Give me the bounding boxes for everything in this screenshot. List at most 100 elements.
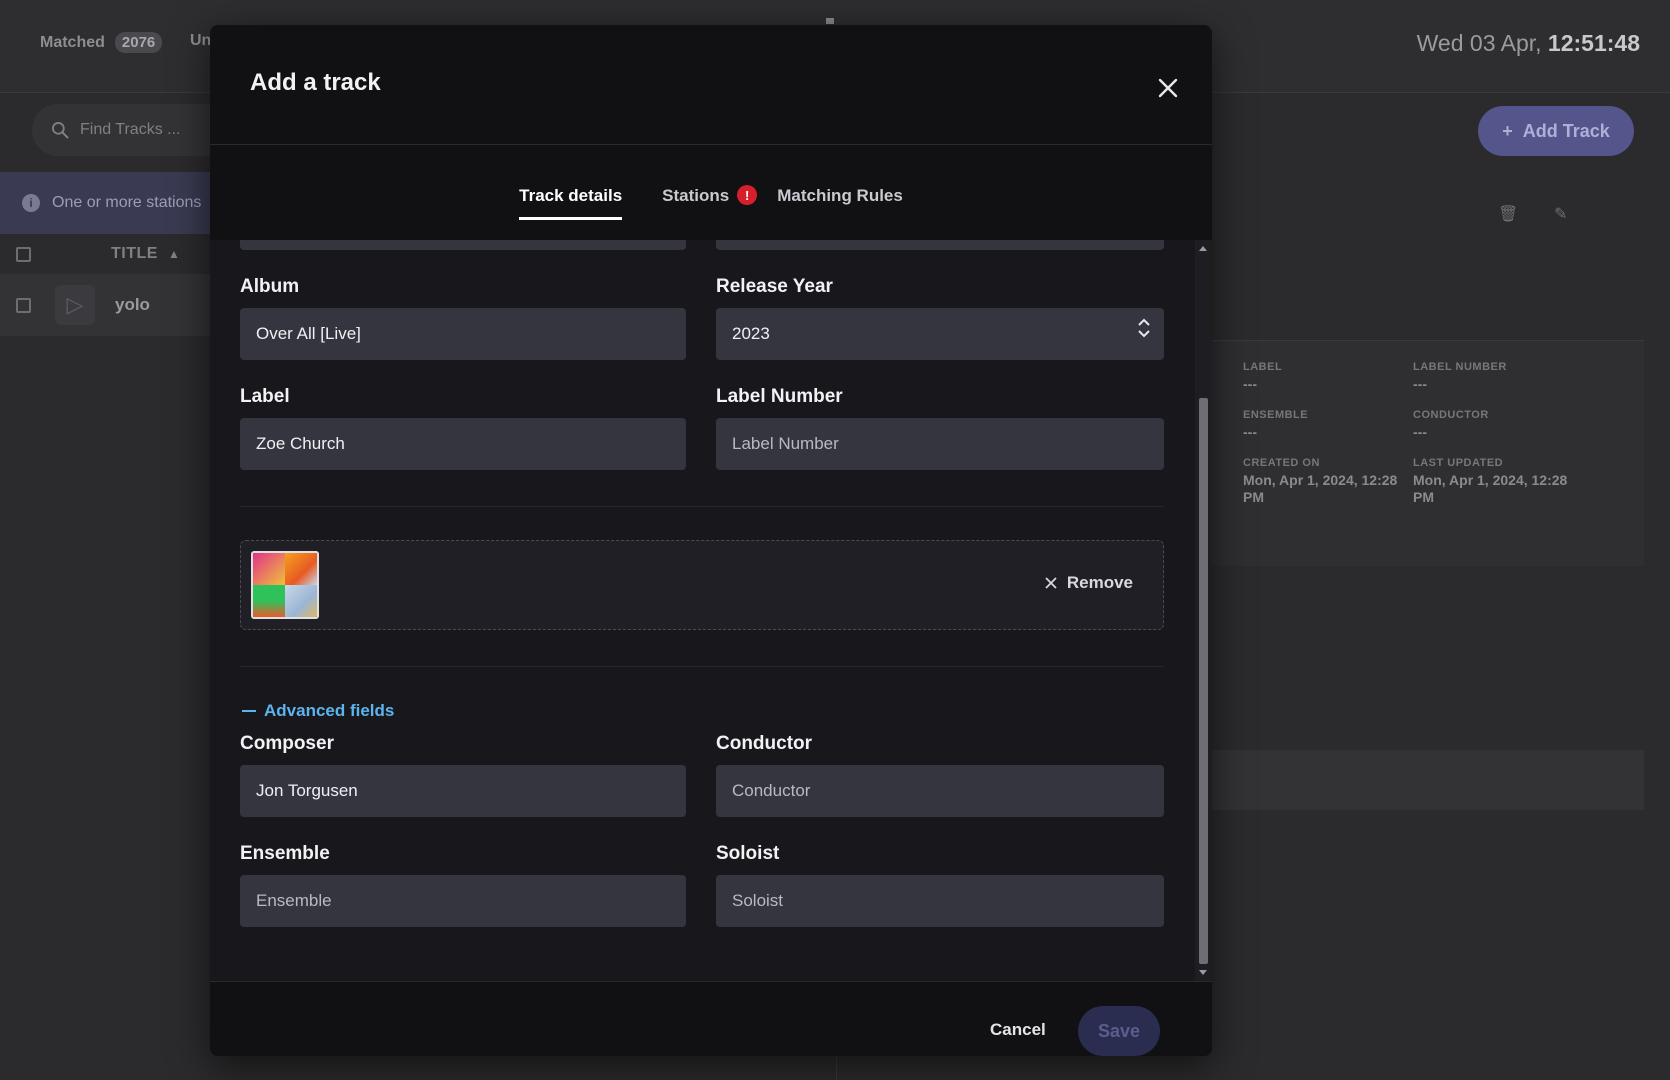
delete-icon[interactable]: 🗑 — [1498, 204, 1518, 224]
conductor-input[interactable]: Conductor — [716, 765, 1164, 817]
release-year-value: 2023 — [732, 324, 770, 343]
soloist-placeholder: Soloist — [732, 891, 784, 910]
tab-stations[interactable]: Stations ! — [662, 185, 758, 222]
sort-asc-icon[interactable]: ▲ — [168, 247, 180, 261]
artwork-tile — [285, 585, 317, 617]
label-number-input[interactable]: Label Number — [716, 418, 1164, 470]
detail-ensemble-value: --- — [1243, 424, 1257, 440]
search-icon — [52, 122, 69, 139]
detail-updated-value: Mon, Apr 1, 2024, 12:28 PM — [1413, 472, 1568, 505]
conductor-placeholder: Conductor — [732, 781, 811, 800]
search-placeholder: Find Tracks ... — [80, 121, 181, 138]
tab-unmatched-label: Un — [190, 32, 212, 49]
label-value: Zoe Church — [256, 434, 345, 453]
detail-conductor-value: --- — [1413, 424, 1427, 440]
release-year-input[interactable]: 2023 — [716, 308, 1164, 360]
label-field-label: Label — [240, 386, 290, 407]
close-button[interactable] — [1150, 70, 1186, 106]
tab-matching-rules[interactable]: Matching Rules — [777, 186, 903, 222]
cancel-button[interactable]: Cancel — [990, 1006, 1046, 1054]
chevron-down-icon[interactable] — [1138, 330, 1150, 338]
info-banner: i One or more stations — [0, 172, 220, 234]
detail-label-value: --- — [1243, 376, 1257, 392]
remove-artwork-button[interactable]: Remove — [1045, 573, 1133, 593]
tab-track-details[interactable]: Track details — [519, 186, 623, 220]
matched-count-badge: 2076 — [114, 32, 163, 53]
advanced-fields-toggle[interactable]: Advanced fields — [242, 701, 394, 721]
remove-label: Remove — [1066, 573, 1133, 592]
column-header-title[interactable]: TITLE — [111, 245, 158, 263]
partial-input-left — [240, 240, 686, 250]
close-icon — [1158, 78, 1178, 98]
row-checkbox[interactable] — [16, 297, 31, 313]
album-artwork-thumbnail — [251, 551, 319, 619]
add-track-dialog: Add a track Track details Stations ! Mat… — [210, 25, 1212, 1056]
partial-input-right — [716, 240, 1164, 250]
advanced-fields-label: Advanced fields — [264, 701, 395, 720]
clock-time: 12:51:48 — [1547, 30, 1640, 56]
album-value: Over All [Live] — [256, 324, 361, 343]
search-input[interactable]: Find Tracks ... — [32, 104, 232, 156]
table-header: TITLE ▲ — [0, 234, 220, 274]
tab-matching-rules-label: Matching Rules — [777, 186, 903, 205]
release-year-label: Release Year — [716, 276, 833, 297]
soloist-input[interactable]: Soloist — [716, 875, 1164, 927]
select-all-checkbox[interactable] — [16, 246, 31, 262]
section-divider — [240, 506, 1164, 507]
composer-input[interactable]: Jon Torgusen — [240, 765, 686, 817]
plus-icon: + — [1502, 120, 1513, 141]
scroll-down-icon[interactable] — [1199, 970, 1207, 975]
detail-created-key: CREATED ON — [1243, 457, 1320, 469]
background-block — [1208, 750, 1644, 810]
save-button[interactable]: Save — [1078, 1006, 1160, 1056]
scrollbar-thumb[interactable] — [1199, 398, 1208, 964]
panel-divider — [836, 1054, 837, 1080]
error-badge-icon: ! — [737, 185, 758, 205]
section-divider — [240, 666, 1164, 667]
ensemble-input[interactable]: Ensemble — [240, 875, 686, 927]
artwork-tile — [285, 553, 317, 585]
detail-conductor-key: CONDUCTOR — [1413, 409, 1489, 421]
track-details-panel — [1208, 340, 1644, 566]
detail-ensemble-key: ENSEMBLE — [1243, 409, 1309, 421]
artwork-upload-zone[interactable]: Remove — [240, 540, 1164, 630]
tab-matched[interactable]: Matched 2076 — [40, 32, 163, 53]
scroll-up-icon[interactable] — [1199, 246, 1207, 251]
detail-label-number-key: LABEL NUMBER — [1413, 361, 1507, 373]
clock: Wed 03 Apr, 12:51:48 — [1417, 30, 1640, 57]
composer-value: Jon Torgusen — [256, 781, 358, 800]
tab-unmatched[interactable]: Un — [190, 32, 211, 50]
clock-date: Wed 03 Apr, — [1416, 30, 1542, 56]
chevron-up-icon[interactable] — [1138, 318, 1150, 326]
detail-created-value: Mon, Apr 1, 2024, 12:28 PM — [1243, 472, 1398, 505]
add-track-label: Add Track — [1522, 120, 1610, 141]
dialog-tabs: Track details Stations ! Matching Rules — [210, 146, 1212, 240]
edit-icon[interactable]: ✎ — [1554, 204, 1567, 224]
soloist-label: Soloist — [716, 843, 780, 864]
drag-handle — [826, 18, 834, 24]
ensemble-label: Ensemble — [240, 843, 330, 864]
tab-matched-label: Matched — [40, 33, 105, 51]
detail-label-key: LABEL — [1243, 361, 1283, 373]
artwork-tile — [253, 553, 285, 585]
album-input[interactable]: Over All [Live] — [240, 308, 686, 360]
year-stepper[interactable] — [1138, 318, 1150, 338]
conductor-label: Conductor — [716, 733, 813, 754]
detail-updated-key: LAST UPDATED — [1413, 457, 1504, 469]
dialog-header: Add a track — [210, 25, 1212, 145]
label-input[interactable]: Zoe Church — [240, 418, 686, 470]
info-banner-text: One or more stations — [52, 194, 202, 211]
add-track-button[interactable]: + Add Track — [1478, 106, 1634, 156]
artwork-tile — [253, 585, 285, 617]
composer-label: Composer — [240, 733, 334, 754]
album-label: Album — [240, 276, 300, 297]
label-number-placeholder: Label Number — [732, 434, 839, 453]
dialog-title: Add a track — [250, 69, 381, 96]
dialog-footer: Cancel Save — [210, 981, 1212, 1056]
row-title: yolo — [115, 295, 150, 314]
tab-stations-label: Stations — [662, 186, 730, 205]
dialog-body: Album Over All [Live] Release Year 2023 … — [210, 240, 1195, 981]
dialog-scrollbar[interactable] — [1195, 240, 1212, 981]
label-number-label: Label Number — [716, 386, 843, 407]
table-row[interactable]: ▷ yolo — [0, 274, 220, 336]
